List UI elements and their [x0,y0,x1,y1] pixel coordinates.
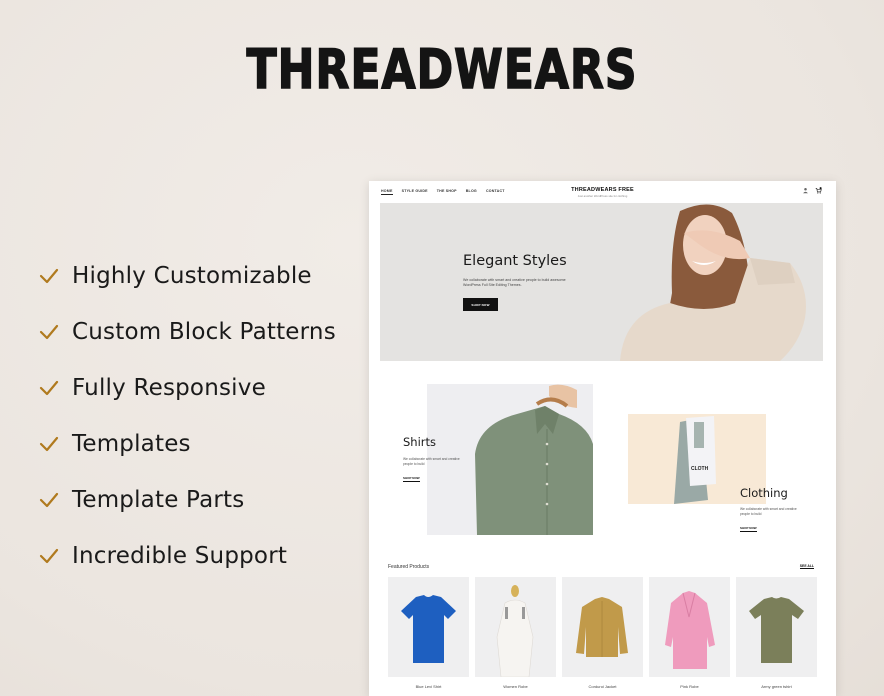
product-card[interactable]: Blue Levi Shirt [388,577,469,689]
site-logo[interactable]: THREADWEARS FREE Just another WordPress … [369,187,836,198]
hero-shop-now-button[interactable]: SHOP NOW [463,298,498,311]
feature-item: Fully Responsive [38,360,336,416]
product-name[interactable]: Blue Levi Shirt [388,684,469,689]
feature-label: Fully Responsive [72,375,266,401]
feature-label: Incredible Support [72,543,288,569]
product-name[interactable]: Army green tshirt [736,684,817,689]
product-image[interactable] [388,577,469,677]
hero-banner: Elegant Styles We collaborate with smart… [380,203,823,361]
theme-preview: HOME STYLE GUIDE THE SHOP BLOG CONTACT T… [369,181,836,696]
product-image[interactable] [736,577,817,677]
product-name[interactable]: Women Robe [475,684,556,689]
product-grid: Blue Levi Shirt Women Robe Corduroi Jack… [388,577,817,689]
product-card[interactable]: Corduroi Jacket [562,577,643,689]
product-name[interactable]: Pink Robe [649,684,730,689]
cart-icon[interactable] [815,187,822,194]
feature-item: Template Parts [38,472,336,528]
product-image[interactable] [649,577,730,677]
shirts-category-title: Shirts [403,435,437,449]
shirts-shop-now-link[interactable]: SHOP NOW [403,476,420,482]
feature-label: Custom Block Patterns [72,319,336,345]
cloth-tag-text: CLOTH [691,466,709,472]
feature-item: Custom Block Patterns [38,304,336,360]
check-icon [39,268,59,284]
check-icon [39,324,59,340]
feature-item: Highly Customizable [38,248,336,304]
product-card[interactable]: Army green tshirt [736,577,817,689]
see-all-link[interactable]: SEE ALL [799,564,814,569]
clothing-category-title: Clothing [740,486,788,500]
feature-item: Templates [38,416,336,472]
user-icon[interactable] [802,187,809,194]
check-icon [39,380,59,396]
feature-label: Templates [72,431,191,457]
hero-description: We collaborate with smart and creative p… [463,278,566,287]
feature-label: Template Parts [72,487,245,513]
feature-list: Highly Customizable Custom Block Pattern… [38,248,336,584]
check-icon [39,436,59,452]
feature-label: Highly Customizable [72,263,312,289]
clothing-category-description: We collaborate with smart and creative p… [740,507,797,516]
featured-products-title: Featured Products [388,564,430,570]
product-image[interactable] [562,577,643,677]
check-icon [39,548,59,564]
hero-title: Elegant Styles [463,253,567,269]
product-card[interactable]: Women Robe [475,577,556,689]
header-icons [802,187,822,194]
feature-item: Incredible Support [38,528,336,584]
site-name[interactable]: THREADWEARS FREE [369,187,836,193]
clothing-shop-now-link[interactable]: SHOP NOW [740,526,757,532]
product-name[interactable]: Corduroi Jacket [562,684,643,689]
site-tagline: Just another WordPress site for clothing [577,194,628,198]
brand-title: THREADWEARS [246,37,638,102]
site-header: HOME STYLE GUIDE THE SHOP BLOG CONTACT T… [369,181,836,203]
hero-model-image [620,204,806,361]
shirts-category-description: We collaborate with smart and creative p… [403,457,460,466]
check-icon [39,492,59,508]
product-card[interactable]: Pink Robe [649,577,730,689]
product-image[interactable] [475,577,556,677]
